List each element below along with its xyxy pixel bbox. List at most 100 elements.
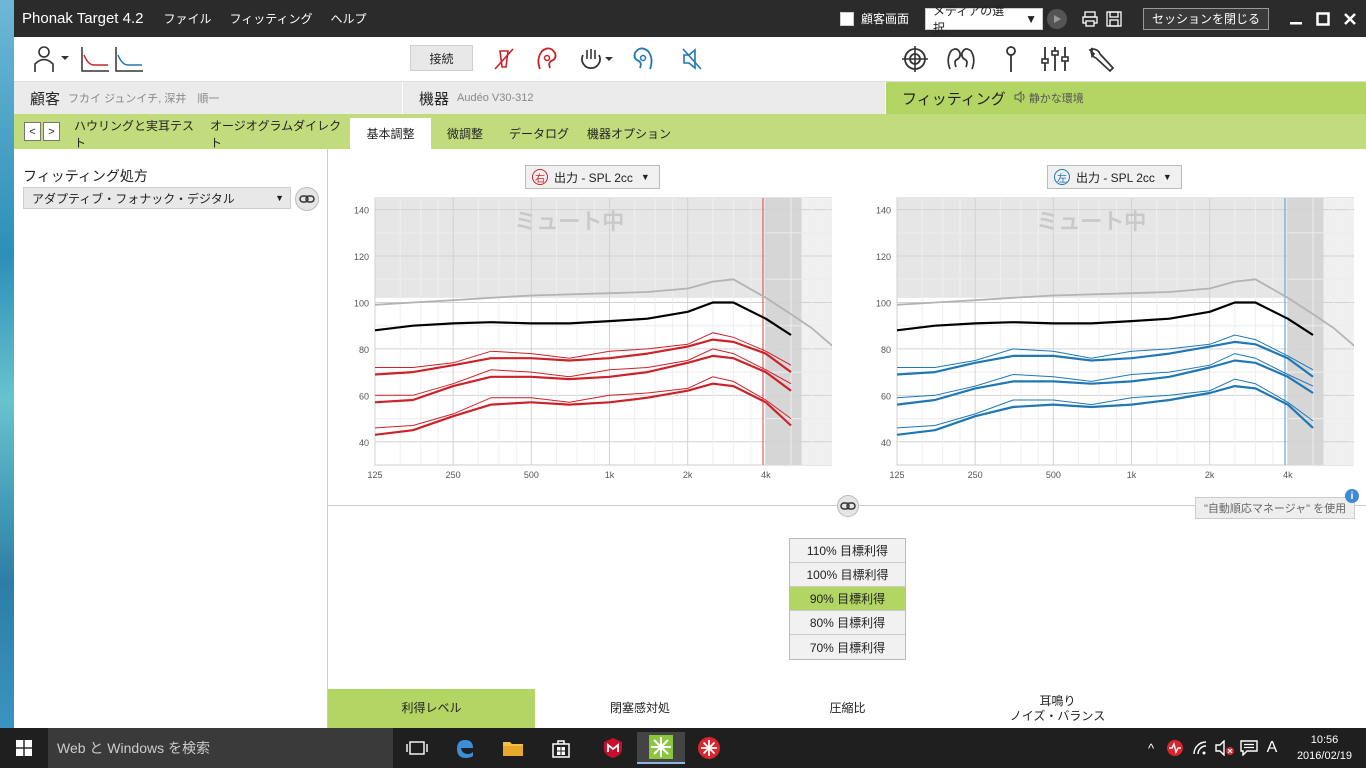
left-panel: フィッティング処方 アダプティブ・フォナック・デジタル ▼: [14, 149, 328, 728]
windows-start-icon[interactable]: [0, 728, 48, 768]
clock[interactable]: 10:56 2016/02/19: [1297, 732, 1352, 764]
fitting-info[interactable]: フィッティング 静かな環境: [886, 82, 1366, 114]
phonak-target-icon[interactable]: [637, 732, 685, 764]
info-icon[interactable]: i: [1345, 489, 1359, 503]
muted-label: ミュート中: [1036, 209, 1146, 234]
tab-bar: < > ハウリングと実耳テスト オージオグラムダイレクト 基本調整 微調整 デー…: [14, 114, 1366, 150]
taskbar: Web と Windows を検索 ^ A 10:56 2016/02/19: [0, 728, 1366, 768]
right-curve-select[interactable]: 右 出力 - SPL 2cc ▼: [525, 165, 660, 189]
right-output-chart[interactable]: 4060801001201401252505001k2k4k8kミュート中: [332, 195, 832, 487]
right-device-muted-icon[interactable]: [492, 45, 516, 73]
left-ear-icon[interactable]: [630, 45, 658, 73]
prescription-select[interactable]: アダプティブ・フォナック・デジタル ▼: [23, 187, 291, 209]
y-tick-label: 140: [354, 206, 369, 216]
show-hidden-icons-icon[interactable]: ^: [1141, 737, 1161, 759]
fitting-program: 静かな環境: [1028, 93, 1084, 105]
x-tick-label: 250: [968, 470, 983, 480]
close-icon[interactable]: [1339, 8, 1361, 30]
volume-muted-icon[interactable]: [1215, 737, 1235, 759]
ime-indicator[interactable]: A: [1262, 737, 1282, 759]
client-title: 顧客: [30, 90, 61, 108]
program-menu-icon[interactable]: [577, 45, 617, 73]
notifications-icon[interactable]: [1239, 737, 1259, 759]
gain-level-item[interactable]: 70% 目標利得: [790, 635, 905, 659]
task-view-icon[interactable]: [393, 732, 441, 764]
wrench-icon[interactable]: [1086, 45, 1116, 73]
client-screen-checkbox[interactable]: [839, 11, 854, 26]
speaker-icon: [1014, 90, 1026, 106]
maximize-icon[interactable]: [1312, 8, 1334, 30]
tray-app-icon[interactable]: [1165, 737, 1185, 759]
client-menu-icon[interactable]: [32, 45, 72, 73]
minimize-icon[interactable]: [1285, 8, 1307, 30]
y-tick-label: 80: [359, 345, 369, 355]
tab-feedback-test[interactable]: ハウリングと実耳テスト: [74, 118, 202, 150]
menu-fitting[interactable]: フィッティング: [230, 10, 313, 27]
x-tick-label: 2k: [683, 470, 693, 480]
store-icon[interactable]: [537, 732, 585, 764]
media-select[interactable]: メディアの選択... ▼: [924, 4, 1043, 35]
edge-browser-icon[interactable]: [441, 732, 489, 764]
target-icon[interactable]: [901, 45, 929, 73]
tab-audiogram-direct[interactable]: オージオグラムダイレクト: [210, 118, 350, 150]
y-tick-label: 100: [354, 298, 369, 308]
gain-level-item[interactable]: 80% 目標利得: [790, 611, 905, 635]
save-icon[interactable]: [1105, 10, 1123, 28]
bottom-tab-tinnitus-balance[interactable]: 耳鳴り ノイズ・バランス: [950, 689, 1165, 728]
gain-level-item[interactable]: 100% 目標利得: [790, 563, 905, 587]
tab-datalogging[interactable]: データログ: [504, 118, 574, 149]
y-tick-label: 100: [876, 298, 891, 308]
title-bar-controls: 顧客画面 メディアの選択... ▼ セッションを閉じる: [839, 0, 1366, 37]
tab-device-options[interactable]: 機器オプション: [584, 118, 674, 149]
x-tick-label: 4k: [1283, 470, 1293, 480]
client-screen-label: 顧客画面: [860, 12, 909, 26]
gain-level-item[interactable]: 110% 目標利得: [790, 539, 905, 563]
left-curve-select[interactable]: 左 出力 - SPL 2cc ▼: [1047, 165, 1182, 189]
tab-global-tuning[interactable]: 基本調整: [350, 118, 431, 149]
clock-date: 2016/02/19: [1296, 750, 1352, 762]
auto-acclimatization-button[interactable]: "自動順応マネージャ" を使用: [1195, 497, 1356, 519]
both-ears-icon[interactable]: [942, 45, 980, 73]
client-info[interactable]: 顧客 フカイ ジュンイチ, 深井 順一: [14, 82, 402, 114]
x-tick-label: 2k: [1205, 470, 1215, 480]
equalizer-icon[interactable]: [1040, 45, 1070, 73]
link-icon[interactable]: [837, 495, 859, 517]
bottom-tab-bar: 利得レベル 閉塞感対処 圧縮比 耳鳴り ノイズ・バランス: [328, 689, 1366, 728]
bottom-tab-compression[interactable]: 圧縮比: [745, 689, 950, 728]
audiogram-left-icon[interactable]: [114, 45, 144, 73]
file-explorer-icon[interactable]: [489, 732, 537, 764]
menu-help[interactable]: ヘルプ: [331, 10, 367, 27]
device-info[interactable]: 機器 Audéo V30-312: [403, 82, 885, 114]
print-icon[interactable]: [1081, 10, 1099, 28]
network-icon[interactable]: [1191, 737, 1211, 759]
tab-fine-tuning[interactable]: 微調整: [431, 118, 499, 149]
left-output-chart[interactable]: 4060801001201401252505001k2k4k8kミュート中: [854, 195, 1354, 487]
gain-level-item-selected[interactable]: 90% 目標利得: [790, 587, 905, 611]
x-tick-label: 125: [367, 470, 382, 480]
link-icon[interactable]: [295, 187, 319, 211]
play-icon[interactable]: [1046, 8, 1067, 29]
taskbar-search-input[interactable]: Web と Windows を検索: [48, 728, 393, 768]
info-row: 顧客 フカイ ジュンイチ, 深井 順一 機器 Audéo V30-312 フィッ…: [14, 82, 1366, 114]
device-model: Audéo V30-312: [457, 92, 534, 104]
bottom-tab-occlusion[interactable]: 閉塞感対処: [535, 689, 745, 728]
nav-back-button[interactable]: <: [24, 122, 41, 141]
left-device-muted-icon[interactable]: [680, 45, 704, 73]
nav-forward-button[interactable]: >: [43, 122, 60, 141]
desktop-background: [0, 0, 14, 728]
x-tick-label: 1k: [605, 470, 615, 480]
connect-button[interactable]: 接続: [410, 45, 473, 71]
mcafee-icon[interactable]: [589, 732, 637, 764]
close-session-button[interactable]: セッションを閉じる: [1142, 7, 1269, 30]
clock-time: 10:56: [1310, 734, 1339, 746]
audiogram-right-icon[interactable]: [80, 45, 110, 73]
chevron-down-icon: ▼: [1162, 172, 1172, 182]
menu-file[interactable]: ファイル: [163, 10, 211, 27]
app-red-icon[interactable]: [685, 732, 733, 764]
right-ear-icon[interactable]: [532, 45, 560, 73]
y-tick-label: 60: [881, 391, 891, 401]
bottom-tab-gain-level[interactable]: 利得レベル: [328, 689, 535, 728]
x-tick-label: 250: [446, 470, 461, 480]
microphone-icon[interactable]: [1000, 45, 1022, 73]
right-curve-select-value: 出力 - SPL 2cc: [554, 170, 633, 185]
